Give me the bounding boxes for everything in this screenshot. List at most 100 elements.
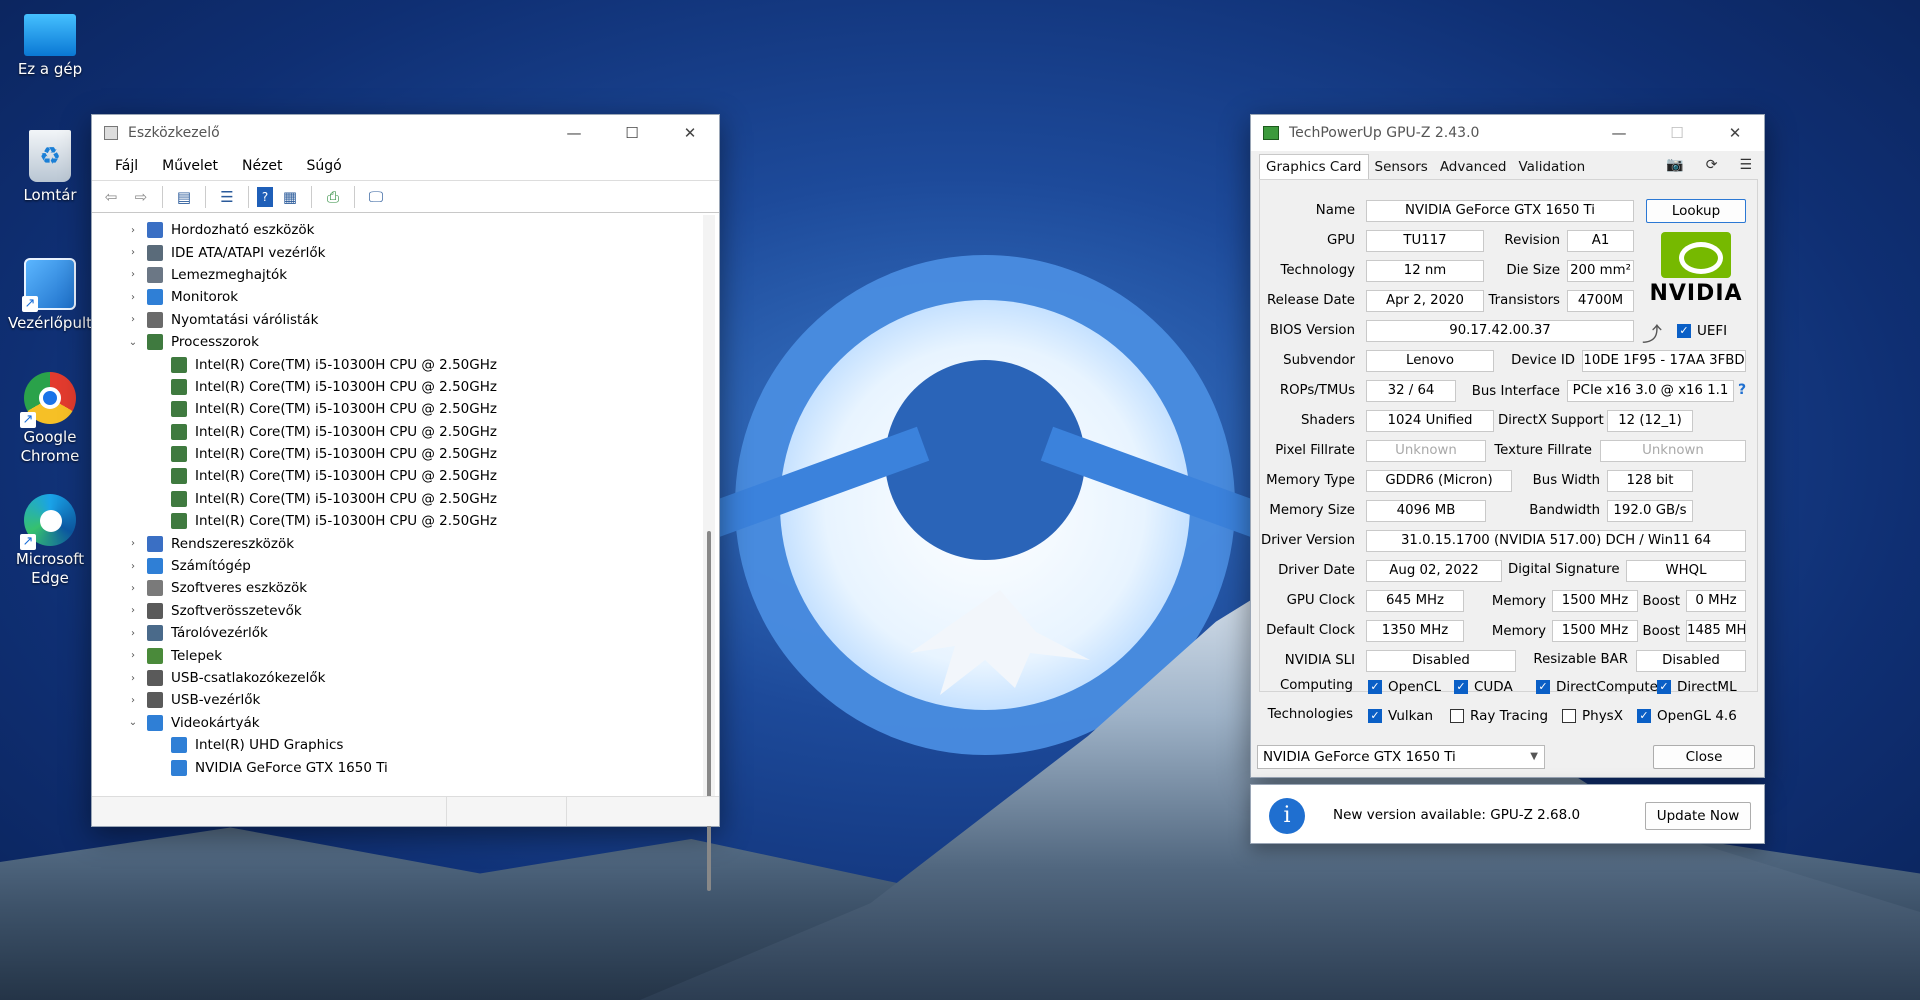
- tree-category-item[interactable]: › Számítógép: [94, 555, 699, 577]
- tree-device-item[interactable]: ›Intel(R) Core(TM) i5-10300H CPU @ 2.50G…: [94, 421, 699, 443]
- tree-category-item[interactable]: › Szoftveres eszközök: [94, 577, 699, 599]
- lookup-button[interactable]: Lookup: [1646, 199, 1746, 223]
- bios-share-icon[interactable]: ⤴: [1642, 318, 1662, 347]
- chevron-right-icon[interactable]: ›: [127, 561, 139, 572]
- desktop-icon-chrome[interactable]: ↗ Google Chrome: [5, 372, 95, 466]
- menu-action[interactable]: Művelet: [150, 158, 230, 174]
- checkbox-ray-tracing[interactable]: Ray Tracing: [1450, 708, 1548, 724]
- checkbox-opencl[interactable]: ✓ OpenCL: [1368, 679, 1441, 695]
- desktop-icon-recycle-bin[interactable]: ♻ Lomtár: [5, 130, 95, 205]
- tree-category-item[interactable]: ⌄ Processzorok: [94, 331, 699, 353]
- forward-icon[interactable]: ⇨: [128, 185, 154, 209]
- gpu-select-dropdown[interactable]: NVIDIA GeForce GTX 1650 Ti ▼: [1257, 745, 1545, 769]
- update-driver-icon[interactable]: ▦: [277, 185, 303, 209]
- chevron-right-icon[interactable]: ›: [127, 225, 139, 236]
- device-category-icon: [147, 580, 163, 597]
- tab-graphics-card[interactable]: Graphics Card: [1259, 154, 1369, 179]
- tree-item-label: Intel(R) Core(TM) i5-10300H CPU @ 2.50GH…: [195, 423, 497, 440]
- tree-category-item[interactable]: › Telepek: [94, 644, 699, 666]
- device-category-icon: [147, 692, 163, 709]
- chevron-right-icon[interactable]: ›: [127, 269, 139, 280]
- show-hide-tree-icon[interactable]: ▤: [171, 185, 197, 209]
- minimize-button[interactable]: —: [1590, 115, 1648, 151]
- tab-sensors[interactable]: Sensors: [1369, 155, 1434, 179]
- checkbox-directcompute[interactable]: ✓ DirectCompute: [1536, 679, 1658, 695]
- tree-device-item[interactable]: ›Intel(R) Core(TM) i5-10300H CPU @ 2.50G…: [94, 465, 699, 487]
- close-button[interactable]: ✕: [661, 115, 719, 151]
- tab-advanced[interactable]: Advanced: [1434, 155, 1513, 179]
- checkbox-label: PhysX: [1582, 708, 1623, 724]
- check-icon: ✓: [1454, 680, 1468, 694]
- chevron-down-icon[interactable]: ⌄: [127, 717, 139, 728]
- field-pixel-fillrate: Unknown: [1366, 440, 1486, 462]
- tree-device-item[interactable]: ›Intel(R) Core(TM) i5-10300H CPU @ 2.50G…: [94, 488, 699, 510]
- shortcut-arrow-icon: ↗: [20, 412, 36, 428]
- chevron-right-icon[interactable]: ›: [127, 314, 139, 325]
- check-icon: ✓: [1368, 709, 1382, 723]
- vertical-scrollbar[interactable]: [703, 215, 715, 891]
- tab-validation[interactable]: Validation: [1513, 155, 1592, 179]
- checkbox-vulkan[interactable]: ✓ Vulkan: [1368, 708, 1433, 724]
- tree-category-item[interactable]: › USB-csatlakozókezelők: [94, 667, 699, 689]
- desktop-icon-edge[interactable]: ↗ Microsoft Edge: [5, 494, 95, 588]
- tree-category-item[interactable]: › Nyomtatási várólisták: [94, 309, 699, 331]
- tree-category-item[interactable]: › Monitorok: [94, 286, 699, 308]
- tree-category-item[interactable]: › Rendszereszközök: [94, 532, 699, 554]
- tree-device-item[interactable]: ›NVIDIA GeForce GTX 1650 Ti: [94, 756, 699, 778]
- chevron-right-icon[interactable]: ›: [127, 292, 139, 303]
- camera-icon[interactable]: 📷: [1666, 157, 1683, 173]
- checkbox-cuda[interactable]: ✓ CUDA: [1454, 679, 1513, 695]
- checkbox-directml[interactable]: ✓ DirectML: [1657, 679, 1737, 695]
- back-icon[interactable]: ⇦: [98, 185, 124, 209]
- tree-category-item[interactable]: › Szoftverösszetevők: [94, 600, 699, 622]
- help-icon[interactable]: ?: [257, 186, 273, 207]
- shortcut-arrow-icon: ↗: [22, 296, 38, 312]
- tree-category-item[interactable]: › Lemezmeghajtók: [94, 264, 699, 286]
- checkbox-physx[interactable]: PhysX: [1562, 708, 1623, 724]
- title-bar[interactable]: Eszközkezelő — ☐ ✕: [92, 115, 719, 151]
- menu-file[interactable]: Fájl: [103, 158, 150, 174]
- tree-device-item[interactable]: ›Intel(R) Core(TM) i5-10300H CPU @ 2.50G…: [94, 376, 699, 398]
- uefi-checkbox[interactable]: ✓ UEFI: [1677, 323, 1727, 339]
- tree-device-item[interactable]: ›Intel(R) UHD Graphics: [94, 734, 699, 756]
- chevron-right-icon[interactable]: ›: [127, 695, 139, 706]
- desktop-icon-control-panel[interactable]: ↗ Vezérlőpult: [5, 258, 95, 333]
- chevron-right-icon[interactable]: ›: [127, 628, 139, 639]
- tree-device-item[interactable]: ›Intel(R) Core(TM) i5-10300H CPU @ 2.50G…: [94, 353, 699, 375]
- chevron-right-icon[interactable]: ›: [127, 673, 139, 684]
- desktop-icon-this-pc[interactable]: Ez a gép: [5, 10, 95, 79]
- tree-category-item[interactable]: › USB-vezérlők: [94, 689, 699, 711]
- scan-hardware-icon[interactable]: 🖵: [363, 185, 389, 209]
- maximize-button[interactable]: ☐: [603, 115, 661, 151]
- close-button-gpuz[interactable]: Close: [1653, 745, 1755, 769]
- tree-category-item[interactable]: › Hordozható eszközök: [94, 219, 699, 241]
- refresh-icon[interactable]: ⟳: [1706, 157, 1718, 173]
- tree-device-item[interactable]: ›Intel(R) Core(TM) i5-10300H CPU @ 2.50G…: [94, 398, 699, 420]
- tree-device-item[interactable]: ›Intel(R) Core(TM) i5-10300H CPU @ 2.50G…: [94, 443, 699, 465]
- chevron-right-icon[interactable]: ›: [127, 605, 139, 616]
- chevron-right-icon[interactable]: ›: [127, 650, 139, 661]
- update-now-button[interactable]: Update Now: [1645, 802, 1751, 830]
- tree-category-item[interactable]: ⌄ Videokártyák: [94, 712, 699, 734]
- checkbox-opengl[interactable]: ✓ OpenGL 4.6: [1637, 708, 1737, 724]
- menu-view[interactable]: Nézet: [230, 158, 295, 174]
- scrollbar-thumb[interactable]: [707, 531, 711, 891]
- menu-icon[interactable]: ☰: [1739, 157, 1752, 173]
- tree-category-item[interactable]: › IDE ATA/ATAPI vezérlők: [94, 241, 699, 263]
- uefi-label: UEFI: [1697, 323, 1728, 339]
- close-button[interactable]: ✕: [1706, 115, 1764, 151]
- tree-device-item[interactable]: ›Intel(R) Core(TM) i5-10300H CPU @ 2.50G…: [94, 510, 699, 532]
- tree-item-label: Tárolóvezérlők: [171, 625, 268, 642]
- properties-icon[interactable]: ☰: [214, 185, 240, 209]
- bus-interface-help-icon[interactable]: ?: [1738, 382, 1746, 398]
- title-bar[interactable]: TechPowerUp GPU-Z 2.43.0 — ☐ ✕: [1251, 115, 1764, 151]
- menu-help[interactable]: Súgó: [295, 158, 354, 174]
- chevron-right-icon[interactable]: ›: [127, 583, 139, 594]
- chevron-right-icon[interactable]: ›: [127, 538, 139, 549]
- checkbox-label: CUDA: [1474, 679, 1513, 695]
- chevron-right-icon[interactable]: ›: [127, 247, 139, 258]
- chevron-down-icon[interactable]: ⌄: [127, 337, 139, 348]
- minimize-button[interactable]: —: [545, 115, 603, 151]
- uninstall-device-icon[interactable]: ⎙: [320, 185, 346, 209]
- tree-category-item[interactable]: › Tárolóvezérlők: [94, 622, 699, 644]
